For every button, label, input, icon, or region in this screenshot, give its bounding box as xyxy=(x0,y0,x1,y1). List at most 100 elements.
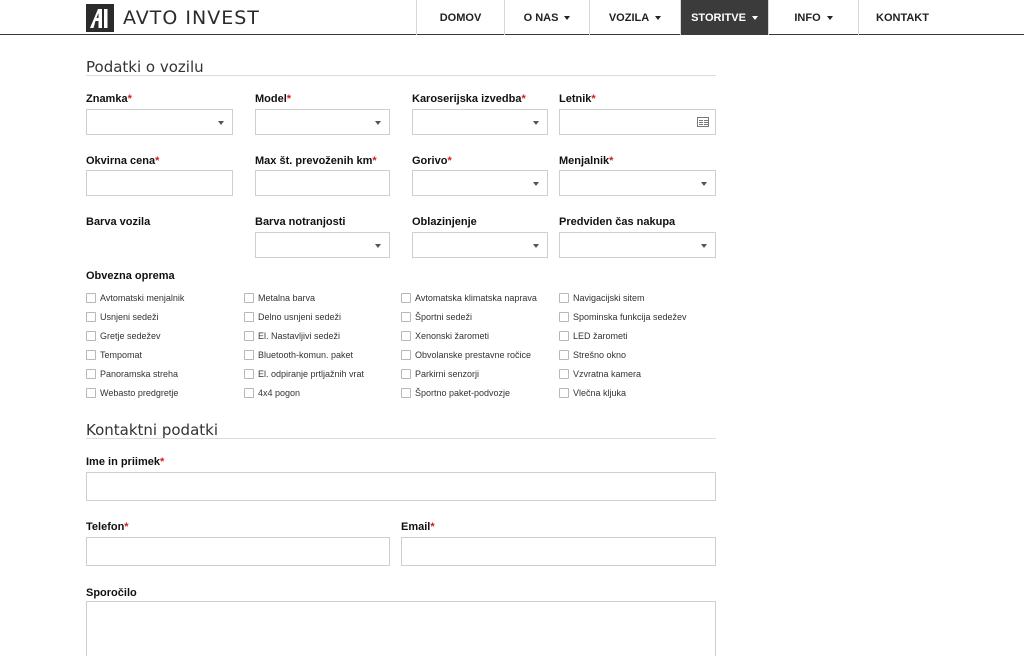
field-label-oblazinjenje: Oblazinjenje xyxy=(412,216,477,228)
equipment-checkbox[interactable]: El. Nastavljivi sedeži xyxy=(244,329,340,343)
checkbox[interactable] xyxy=(244,350,254,360)
checkbox[interactable] xyxy=(86,369,96,379)
checkbox-label: Parkirni senzorji xyxy=(415,369,480,379)
nav-item-storitve[interactable]: STORITVE xyxy=(681,0,769,35)
ime-priimek-input[interactable] xyxy=(86,472,716,501)
equipment-checkbox[interactable]: Strešno okno xyxy=(559,348,626,362)
checkbox[interactable] xyxy=(401,293,411,303)
checkbox[interactable] xyxy=(401,312,411,322)
gorivo-select[interactable] xyxy=(412,170,548,196)
logo[interactable]: AVTO INVEST xyxy=(86,4,260,32)
znamka-select[interactable] xyxy=(86,109,233,135)
nav-item-kontakt[interactable]: KONTAKT xyxy=(859,0,946,35)
field-label-gorivo: Gorivo* xyxy=(412,155,452,167)
equipment-checkbox[interactable]: Športni sedeži xyxy=(401,310,472,324)
checkbox[interactable] xyxy=(401,350,411,360)
checkbox-label: Bluetooth-komun. paket xyxy=(258,350,354,360)
checkbox[interactable] xyxy=(244,388,254,398)
nav-label: STORITVE xyxy=(691,11,746,24)
checkbox[interactable] xyxy=(86,331,96,341)
equipment-checkbox[interactable]: LED žarometi xyxy=(559,329,628,343)
nav-item-info[interactable]: INFO xyxy=(769,0,859,35)
calendar-icon[interactable] xyxy=(697,117,709,127)
checkbox[interactable] xyxy=(559,331,569,341)
nav-item-o-nas[interactable]: O NAS xyxy=(505,0,590,35)
equipment-checkbox[interactable]: Metalna barva xyxy=(244,291,315,305)
checkbox[interactable] xyxy=(559,312,569,322)
oblazinjenje-select[interactable] xyxy=(412,232,548,258)
equipment-checkbox[interactable]: El. odpiranje prtljažnih vrat xyxy=(244,367,364,381)
chevron-down-icon xyxy=(218,121,224,125)
checkbox[interactable] xyxy=(559,388,569,398)
nav-item-vozila[interactable]: VOZILA xyxy=(590,0,681,35)
equipment-checkbox[interactable]: 4x4 pogon xyxy=(244,386,300,400)
checkbox[interactable] xyxy=(244,369,254,379)
checkbox-label: El. odpiranje prtljažnih vrat xyxy=(258,369,365,379)
checkbox[interactable] xyxy=(401,331,411,341)
nav-label: KONTAKT xyxy=(876,11,929,24)
checkbox-label: LED žarometi xyxy=(573,331,628,341)
equipment-checkbox[interactable]: Navigacijski sitem xyxy=(559,291,645,305)
equipment-checkbox[interactable]: Avtomatski menjalnik xyxy=(86,291,184,305)
checkbox[interactable] xyxy=(86,350,96,360)
checkbox-label: Športni sedeži xyxy=(415,312,473,322)
checkbox-label: Vlečna kljuka xyxy=(573,388,627,398)
model-select[interactable] xyxy=(255,109,390,135)
checkbox[interactable] xyxy=(559,350,569,360)
karoserija-select[interactable] xyxy=(412,109,548,135)
checkbox[interactable] xyxy=(244,312,254,322)
nav-label: VOZILA xyxy=(608,11,650,24)
equipment-checkbox[interactable]: Panoramska streha xyxy=(86,367,178,381)
okvirna-cena-input[interactable] xyxy=(86,170,233,196)
field-label-max-km: Max št. prevoženih km* xyxy=(255,155,377,167)
checkbox[interactable] xyxy=(86,388,96,398)
equipment-checkbox[interactable]: Xenonski žarometi xyxy=(401,329,489,343)
menjalnik-select[interactable] xyxy=(559,170,716,196)
equipment-checkbox[interactable]: Avtomatska klimatska naprava xyxy=(401,291,537,305)
telefon-input[interactable] xyxy=(86,537,390,566)
equipment-checkbox[interactable]: Tempomat xyxy=(86,348,142,362)
field-label-karoserija: Karoserijska izvedba* xyxy=(412,93,526,105)
equipment-checkbox[interactable]: Webasto predgretje xyxy=(86,386,178,400)
barva-notranjosti-select[interactable] xyxy=(255,232,390,258)
max-km-input[interactable] xyxy=(255,170,390,196)
section-divider xyxy=(86,438,716,439)
equipment-checkbox[interactable]: Obvolanske prestavne ročice xyxy=(401,348,531,362)
checkbox-label: Usnjeni sedeži xyxy=(100,312,159,322)
equipment-checkbox[interactable]: Vzvratna kamera xyxy=(559,367,641,381)
checkbox-label: Navigacijski sitem xyxy=(573,293,645,303)
email-input[interactable] xyxy=(401,537,716,566)
field-label-sporocilo: Sporočilo xyxy=(86,587,137,599)
equipment-checkbox[interactable]: Športno paket-podvozje xyxy=(401,386,510,400)
field-label-okvirna-cena: Okvirna cena* xyxy=(86,155,160,167)
chevron-down-icon xyxy=(701,182,707,186)
nav-label: DOMOV xyxy=(439,11,482,24)
cas-nakupa-select[interactable] xyxy=(559,232,716,258)
letnik-date-input[interactable] xyxy=(559,109,716,135)
checkbox[interactable] xyxy=(86,293,96,303)
equipment-checkbox[interactable]: Usnjeni sedeži xyxy=(86,310,159,324)
checkbox[interactable] xyxy=(86,312,96,322)
checkbox[interactable] xyxy=(244,293,254,303)
equipment-checkbox[interactable]: Bluetooth-komun. paket xyxy=(244,348,353,362)
field-label-barva-notranjosti: Barva notranjosti xyxy=(255,216,346,228)
checkbox-label: Obvolanske prestavne ročice xyxy=(415,350,532,360)
equipment-checkbox[interactable]: Gretje sedežev xyxy=(86,329,161,343)
checkbox-label: Tempomat xyxy=(100,350,143,360)
equipment-checkbox[interactable]: Spominska funkcija sedežev xyxy=(559,310,687,324)
checkbox[interactable] xyxy=(401,388,411,398)
equipment-checkbox[interactable]: Delno usnjeni sedeži xyxy=(244,310,341,324)
checkbox[interactable] xyxy=(559,369,569,379)
checkbox[interactable] xyxy=(401,369,411,379)
checkbox[interactable] xyxy=(559,293,569,303)
chevron-down-icon xyxy=(701,244,707,248)
equipment-checkbox[interactable]: Vlečna kljuka xyxy=(559,386,626,400)
field-label-barva-vozila: Barva vozila xyxy=(86,216,151,228)
checkbox-label: Avtomatska klimatska naprava xyxy=(415,293,537,303)
checkbox[interactable] xyxy=(244,331,254,341)
checkbox-label: El. Nastavljivi sedeži xyxy=(258,331,341,341)
sporocilo-textarea[interactable] xyxy=(86,601,716,656)
equipment-checkbox[interactable]: Parkirni senzorji xyxy=(401,367,479,381)
chevron-down-icon xyxy=(533,121,539,125)
nav-item-domov[interactable]: DOMOV xyxy=(417,0,505,35)
